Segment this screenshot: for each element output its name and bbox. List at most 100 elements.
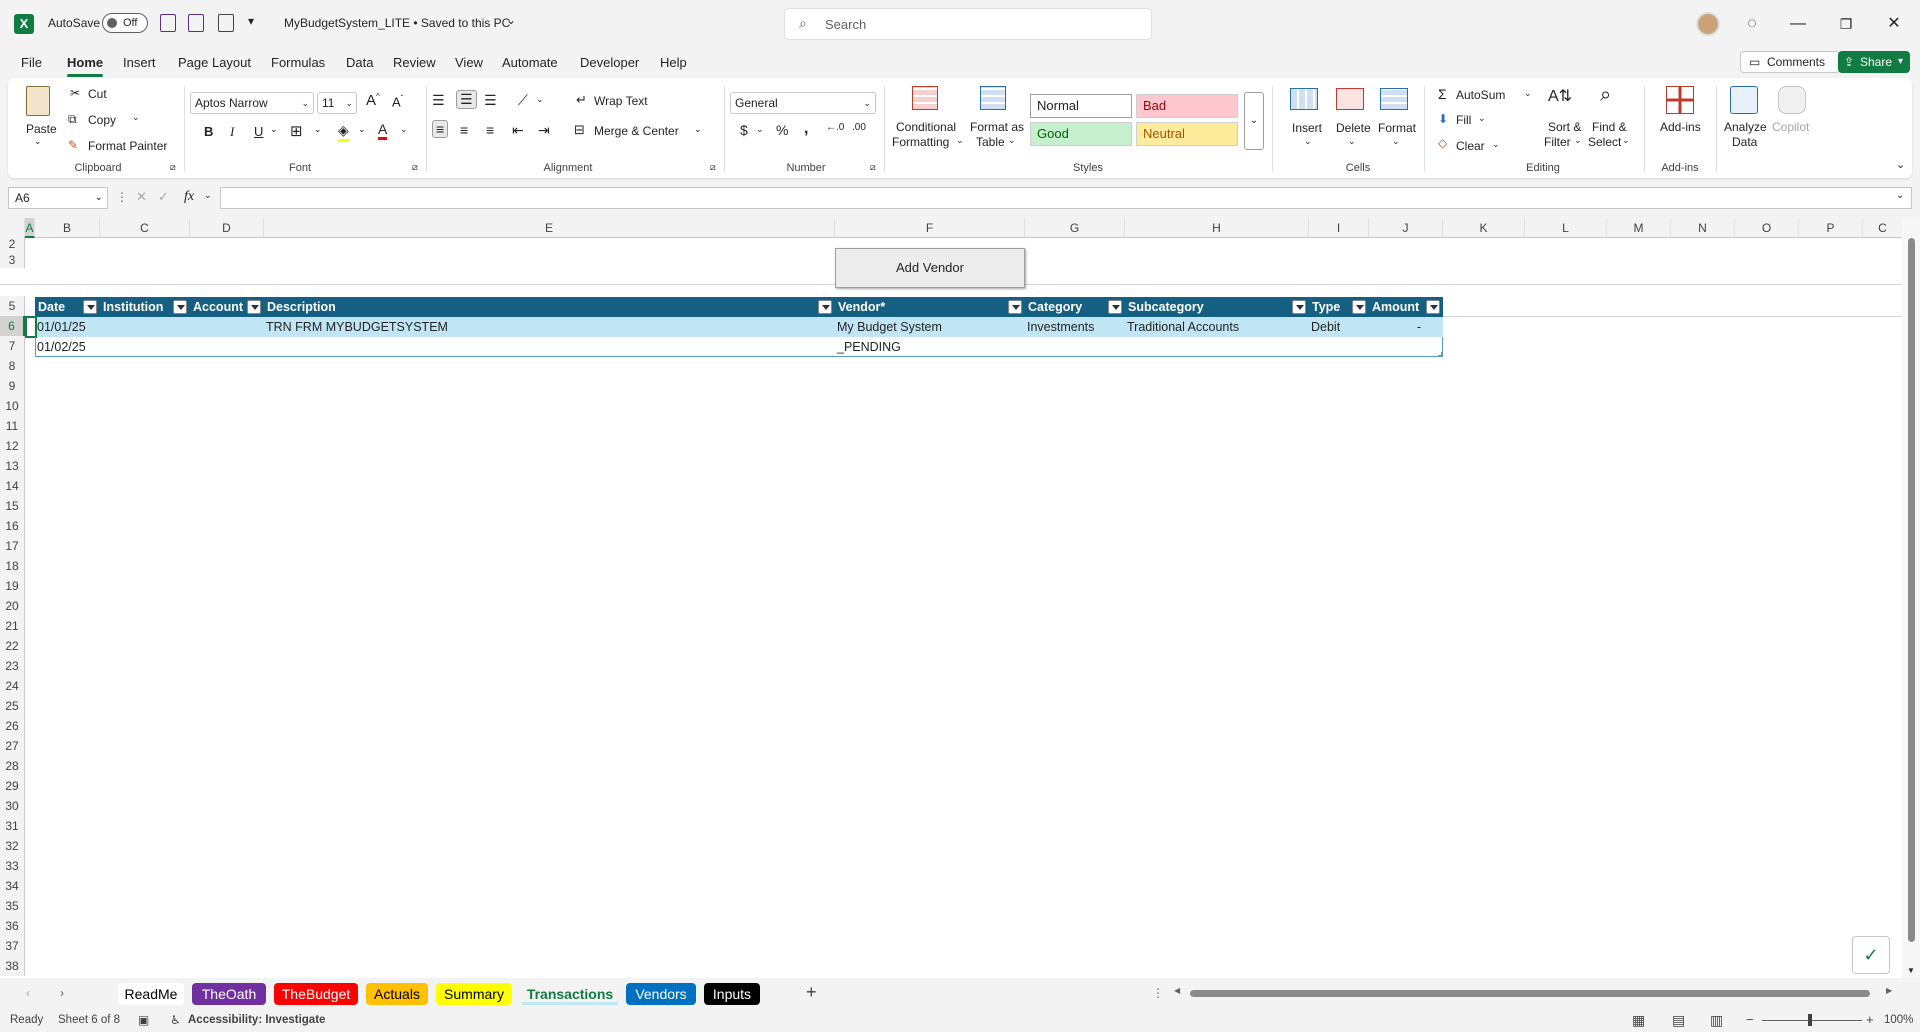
menu-insert[interactable]: Insert <box>123 55 156 70</box>
cell-category[interactable] <box>1025 337 1125 357</box>
fill-chevron-icon[interactable]: ⌄ <box>1478 113 1486 124</box>
filter-dropdown-icon[interactable] <box>1352 300 1366 314</box>
sort-chevron-icon[interactable]: ⌄ <box>1574 135 1582 146</box>
cell-account[interactable] <box>190 317 264 337</box>
cell-institution[interactable] <box>100 337 190 357</box>
fill-chevron-icon[interactable]: ⌄ <box>358 124 366 135</box>
row-header[interactable]: 28 <box>0 756 25 776</box>
insert-chevron-icon[interactable]: ⌄ <box>1304 136 1312 147</box>
hscroll-left-icon[interactable]: ◀ <box>1174 986 1180 995</box>
autosum-chevron-icon[interactable]: ⌄ <box>1524 88 1532 99</box>
alignment-launcher-icon[interactable]: ⧄ <box>710 162 716 173</box>
row-header[interactable]: 26 <box>0 716 25 736</box>
cell-date[interactable]: 01/01/25 <box>35 317 100 337</box>
font-name-dropdown[interactable]: Aptos Narrow ⌄ <box>190 92 314 114</box>
filter-dropdown-icon[interactable] <box>1426 300 1440 314</box>
column-header[interactable]: N <box>1671 218 1735 238</box>
column-header[interactable]: I <box>1309 218 1369 238</box>
more-options-icon[interactable]: ⋮ <box>116 190 128 204</box>
filter-dropdown-icon[interactable] <box>173 300 187 314</box>
horizontal-scrollbar[interactable]: ◀ ▶ <box>1174 986 1898 1000</box>
row-header[interactable]: 15 <box>0 496 25 516</box>
column-header[interactable]: E <box>264 218 835 238</box>
add-ins-icon[interactable] <box>1666 86 1694 114</box>
tab-split-icon[interactable]: ⋮ <box>1152 986 1164 1000</box>
row-header[interactable]: 34 <box>0 876 25 896</box>
decrease-font-icon[interactable]: Aˇ <box>392 94 403 109</box>
table-header-category[interactable]: Category <box>1025 297 1125 317</box>
align-center-icon[interactable]: ≡ <box>460 122 468 138</box>
filter-dropdown-icon[interactable] <box>1292 300 1306 314</box>
increase-decimal-icon[interactable]: ←.0 <box>826 122 844 133</box>
customize-qat-icon[interactable]: ▾ <box>248 14 254 28</box>
macro-record-icon[interactable]: ▣ <box>138 1013 149 1027</box>
fill-color-icon[interactable]: ◈ <box>338 122 349 142</box>
save-icon[interactable] <box>160 14 176 32</box>
number-launcher-icon[interactable]: ⧄ <box>870 162 876 173</box>
table-header-account[interactable]: Account <box>190 297 264 317</box>
paste-chevron-icon[interactable]: ⌄ <box>34 136 42 147</box>
bold-button[interactable]: B <box>204 124 213 139</box>
menu-automate[interactable]: Automate <box>502 55 558 70</box>
format-as-table-button[interactable]: Format as <box>970 120 1024 134</box>
menu-help[interactable]: Help <box>660 55 687 70</box>
tab-readme[interactable]: ReadMe <box>118 983 184 1005</box>
search-box[interactable]: ⌕ Search <box>784 8 1152 40</box>
checkmark-icon[interactable]: ✓ <box>1852 936 1890 974</box>
row-header[interactable]: 27 <box>0 736 25 756</box>
vertical-scrollbar[interactable]: ▲ ▼ <box>1902 218 1920 978</box>
column-header[interactable]: O <box>1735 218 1799 238</box>
row-header[interactable]: 19 <box>0 576 25 596</box>
hscroll-thumb[interactable] <box>1190 990 1870 997</box>
autosum-icon[interactable]: Σ <box>1438 86 1447 102</box>
menu-file[interactable]: File <box>21 55 42 70</box>
scroll-down-icon[interactable]: ▼ <box>1907 966 1915 975</box>
analyze-data-icon[interactable] <box>1730 86 1758 114</box>
row-header[interactable]: 12 <box>0 436 25 456</box>
row-header[interactable]: 24 <box>0 676 25 696</box>
normal-view-icon[interactable]: ▦ <box>1632 1012 1645 1029</box>
menu-page-layout[interactable]: Page Layout <box>178 55 251 70</box>
minimize-icon[interactable]: — <box>1778 12 1818 36</box>
find-select-icon[interactable]: ⌕ <box>1600 84 1611 107</box>
filter-dropdown-icon[interactable] <box>1008 300 1022 314</box>
font-launcher-icon[interactable]: ⧄ <box>412 162 418 173</box>
cell-amount[interactable] <box>1369 337 1443 357</box>
row-header[interactable]: 14 <box>0 476 25 496</box>
table-header-amount[interactable]: Amount <box>1369 297 1443 317</box>
find-select-button[interactable]: Find & <box>1592 120 1627 134</box>
new-file-icon[interactable] <box>218 14 234 32</box>
row-header[interactable]: 38 <box>0 956 25 976</box>
column-header[interactable]: H <box>1125 218 1309 238</box>
row-header[interactable]: 20 <box>0 596 25 616</box>
tab-scroll-left-icon[interactable]: ‹ <box>26 986 30 1000</box>
currency-icon[interactable]: $ <box>740 122 748 138</box>
column-header[interactable]: P <box>1799 218 1863 238</box>
row-header[interactable]: 31 <box>0 816 25 836</box>
font-color-chevron-icon[interactable]: ⌄ <box>400 124 408 135</box>
table-header-description[interactable]: Description <box>264 297 835 317</box>
tab-transactions[interactable]: Transactions <box>522 983 618 1005</box>
menu-review[interactable]: Review <box>393 55 436 70</box>
cell-account[interactable] <box>190 337 264 357</box>
column-header[interactable]: B <box>35 218 100 238</box>
insert-button[interactable]: Insert <box>1292 121 1322 135</box>
filter-dropdown-icon[interactable] <box>247 300 261 314</box>
row-header[interactable]: 16 <box>0 516 25 536</box>
row-header[interactable]: 36 <box>0 916 25 936</box>
sort-filter-button[interactable]: Sort & <box>1548 120 1581 134</box>
fill-icon[interactable]: ⬇ <box>1438 112 1448 126</box>
column-header[interactable]: K <box>1443 218 1525 238</box>
merge-center-button[interactable]: Merge & Center <box>594 124 679 138</box>
conditional-formatting-line2[interactable]: Formatting <box>892 135 949 149</box>
row-header[interactable]: 2 <box>0 236 25 252</box>
cell-description[interactable]: TRN FRM MYBUDGETSYSTEM <box>264 317 835 337</box>
style-bad[interactable]: Bad <box>1136 94 1238 118</box>
row-header[interactable]: 11 <box>0 416 25 436</box>
accessibility-status[interactable]: Accessibility: Investigate <box>188 1014 325 1026</box>
find-select-line2[interactable]: Select <box>1588 135 1621 149</box>
column-header[interactable]: M <box>1607 218 1671 238</box>
filter-dropdown-icon[interactable] <box>1108 300 1122 314</box>
add-ins-button[interactable]: Add-ins <box>1660 120 1701 134</box>
add-vendor-button[interactable]: Add Vendor <box>835 248 1025 288</box>
